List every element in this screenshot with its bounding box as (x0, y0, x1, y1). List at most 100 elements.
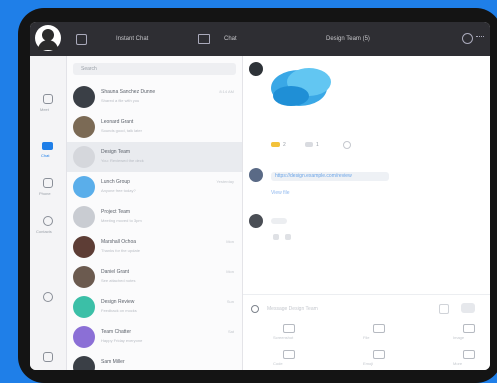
self-avatar[interactable] (35, 25, 61, 51)
list-item[interactable]: Design Team You: Reviewed the deck (67, 142, 242, 172)
reaction-count: 2 (283, 142, 286, 148)
list-item[interactable]: Lunch Group Anyone free today? Yesterday (67, 172, 242, 202)
tab-instant-chat[interactable]: Instant Chat (116, 36, 148, 42)
search-field[interactable]: Search (73, 63, 236, 75)
list-item[interactable]: Team Chatter Happy Friday everyone Sat (67, 322, 242, 352)
more-icon[interactable] (476, 36, 484, 40)
toolbar-label: Image (453, 335, 465, 340)
contact-avatar (73, 86, 95, 108)
list-item[interactable]: Leonard Grant Sounds good, talk later (67, 112, 242, 142)
shared-link[interactable]: https://design.example.com/review (275, 173, 352, 179)
compose-icon[interactable] (76, 34, 87, 45)
contact-name: Shauna Sanchez Dunne (101, 89, 156, 95)
contact-time: Yesterday (216, 179, 234, 184)
contact-preview: Feedback on mocks (101, 308, 137, 313)
toolbar-label: More (453, 361, 463, 366)
toolbar-file-icon[interactable] (373, 324, 385, 333)
attach-icon[interactable] (251, 305, 259, 313)
toolbar-label: Code (273, 361, 283, 366)
contact-avatar (73, 266, 95, 288)
toolbar-more-icon[interactable] (463, 350, 475, 359)
conversation-list: Search Shauna Sanchez Dunne Shared a file… (67, 56, 243, 370)
link-bubble[interactable]: https://design.example.com/review (271, 172, 389, 181)
contact-time: Sun (226, 299, 234, 304)
contact-name: Design Review (101, 299, 135, 305)
add-reaction-icon[interactable] (343, 141, 351, 149)
send-button[interactable] (461, 303, 475, 313)
contact-avatar (73, 176, 95, 198)
contact-name: Team Chatter (101, 329, 132, 335)
list-item[interactable]: Project Team Meeting moved to 3pm (67, 202, 242, 232)
contact-time: 8:14 AM (219, 89, 234, 94)
toolbar-label: File (363, 335, 370, 340)
contact-preview: Anyone free today? (101, 188, 136, 193)
contact-time: Mon (226, 239, 234, 244)
reaction-icon[interactable] (305, 142, 313, 147)
contact-name: Leonard Grant (101, 119, 134, 125)
info-icon[interactable] (462, 33, 473, 44)
meet-icon[interactable] (43, 94, 53, 104)
contact-preview: See attached notes (101, 278, 136, 283)
toolbar-screenshot-icon[interactable] (283, 324, 295, 333)
toolbar-image-icon[interactable] (463, 324, 475, 333)
contact-name: Design Team (101, 149, 131, 155)
conversation-title: Design Team (5) (326, 36, 370, 42)
view-file-link[interactable]: View file (271, 190, 290, 196)
nav-rail: Meet Chat Phone Contacts (30, 56, 67, 370)
list-item[interactable]: Daniel Grant See attached notes Mon (67, 262, 242, 292)
reaction-count-2: 1 (316, 142, 319, 148)
rail-label-contacts: Contacts (36, 229, 52, 234)
app-window: Instant Chat Chat Design Team (5) Meet C… (30, 22, 490, 370)
contact-preview: Sounds good, talk later (101, 128, 142, 133)
chat-panel: 2 1 https://design.example.com/review Vi… (243, 56, 490, 370)
toolbar-emoji-icon[interactable] (373, 350, 385, 359)
contact-preview: Meeting moved to 3pm (101, 218, 142, 223)
top-bar: Instant Chat Chat Design Team (5) (30, 22, 490, 56)
contact-preview: Shared a file with you (101, 98, 140, 103)
list-item[interactable]: Sam Miller (67, 352, 242, 370)
settings-icon[interactable] (43, 292, 53, 302)
rail-label-meet: Meet (40, 107, 49, 112)
contact-avatar (73, 206, 95, 228)
contact-name: Project Team (101, 209, 131, 215)
thumbs-icon[interactable] (273, 234, 279, 240)
phone-icon[interactable] (43, 178, 53, 188)
toolbar-code-icon[interactable] (283, 350, 295, 359)
contact-avatar (73, 146, 95, 168)
list-item[interactable]: Shauna Sanchez Dunne Shared a file with y… (67, 82, 242, 112)
contact-time: Sat (227, 329, 234, 334)
shared-image[interactable] (269, 60, 335, 112)
contact-preview: Happy Friday everyone (101, 338, 143, 343)
list-item[interactable]: Marshall Ochoa Thanks for the update Mon (67, 232, 242, 262)
toolbar-label: Screenshot (273, 335, 294, 340)
reply-icon[interactable] (285, 234, 291, 240)
contact-avatar (73, 116, 95, 138)
list-item[interactable]: Design Review Feedback on mocks Sun (67, 292, 242, 322)
contact-name: Lunch Group (101, 179, 130, 185)
sender-avatar-2[interactable] (249, 168, 263, 182)
contact-name: Daniel Grant (101, 269, 130, 275)
contact-name: Sam Miller (101, 359, 125, 365)
contact-preview: Thanks for the update (101, 248, 140, 253)
sender-avatar-3[interactable] (249, 214, 263, 228)
contacts-icon[interactable] (43, 216, 53, 226)
contact-preview: You: Reviewed the deck (101, 158, 144, 163)
reaction-chip[interactable] (271, 218, 287, 224)
rail-label-phone: Phone (39, 191, 51, 196)
emoji-reaction-icon[interactable] (271, 142, 280, 147)
screen-share-icon[interactable] (198, 34, 210, 44)
profile-icon[interactable] (43, 352, 53, 362)
composer-input[interactable]: Message Design Team (267, 306, 318, 312)
search-input[interactable]: Search (81, 66, 97, 72)
contact-avatar (73, 356, 95, 370)
contact-name: Marshall Ochoa (101, 239, 137, 245)
contact-avatar (73, 296, 95, 318)
contact-avatar (73, 326, 95, 348)
gif-icon[interactable] (439, 304, 449, 314)
chat-icon[interactable] (42, 142, 53, 150)
toolbar-label: Emoji (363, 361, 374, 366)
sender-avatar[interactable] (249, 62, 263, 76)
rail-label-chat: Chat (41, 153, 50, 158)
tab-chat[interactable]: Chat (224, 36, 237, 42)
contact-avatar (73, 236, 95, 258)
